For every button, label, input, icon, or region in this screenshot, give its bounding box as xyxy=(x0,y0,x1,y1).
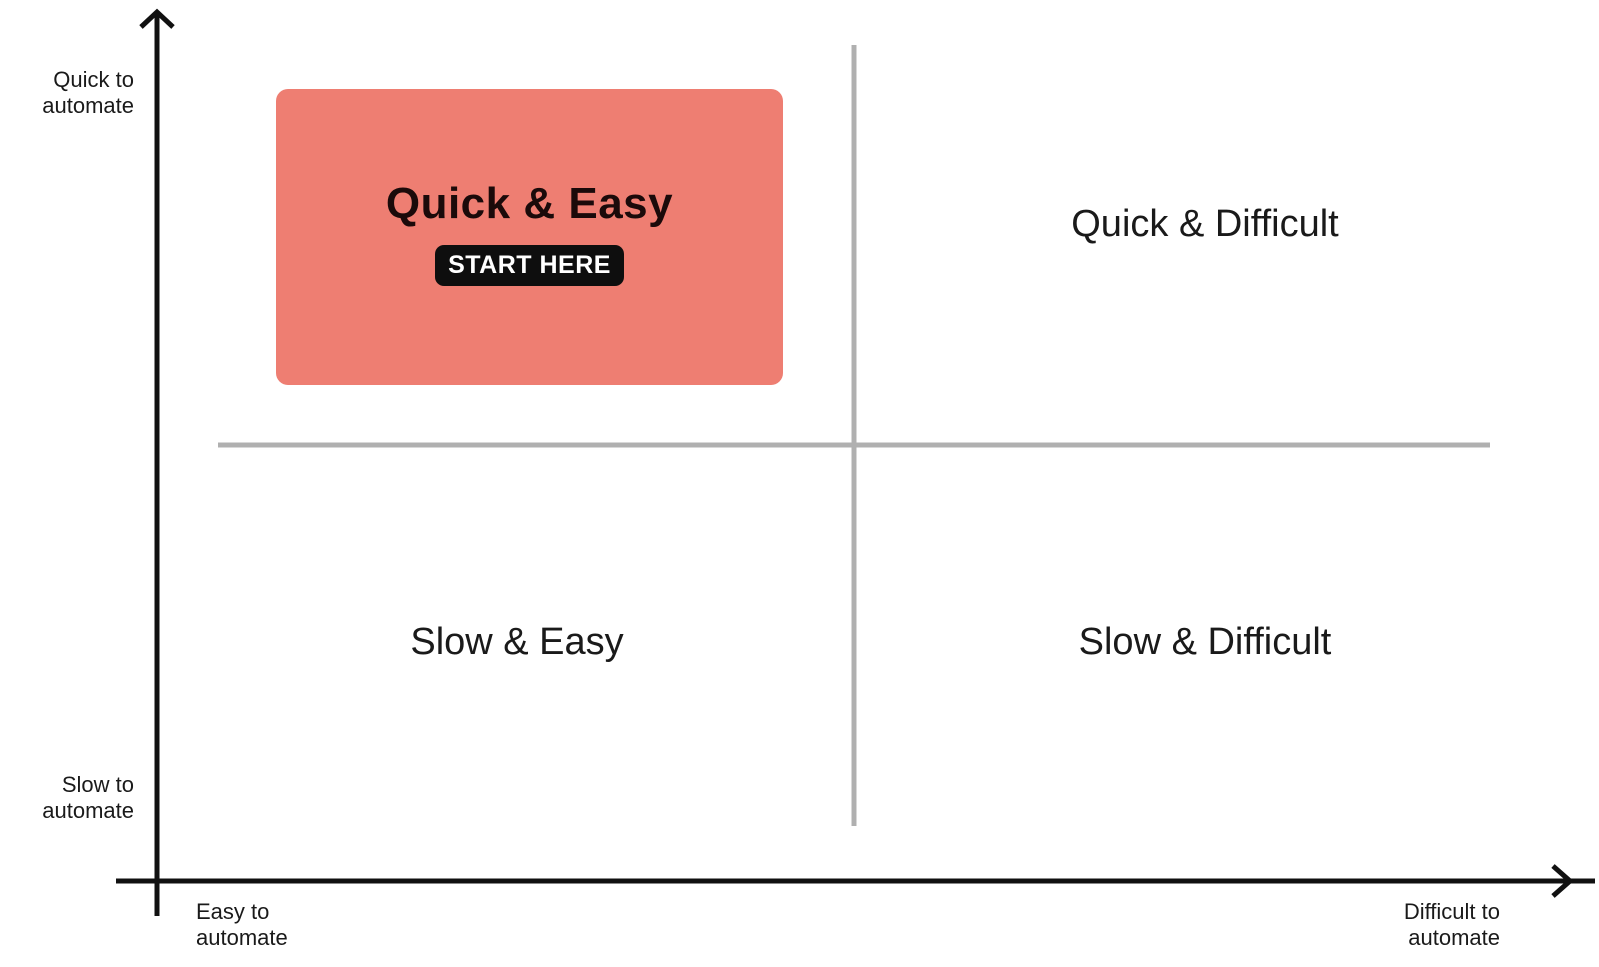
quick-difficult-label: Quick & Difficult xyxy=(1071,203,1339,245)
prioritization-matrix: Quick to automate Slow to automate Easy … xyxy=(0,0,1599,967)
matrix-lines xyxy=(116,8,1595,916)
x-axis-left-label: Easy to automate xyxy=(196,899,288,950)
slow-difficult-label: Slow & Difficult xyxy=(1078,621,1332,663)
x-axis-right-label: Difficult to automate xyxy=(1403,899,1500,950)
y-axis-bottom-label: Slow to automate xyxy=(42,772,134,823)
y-axis-top-label: Quick to automate xyxy=(42,67,134,118)
slow-easy-label: Slow & Easy xyxy=(410,621,624,663)
quick-easy-quadrant-box: Quick & Easy START HERE xyxy=(276,89,783,385)
quick-easy-title: Quick & Easy xyxy=(385,179,674,228)
start-here-badge: START HERE xyxy=(435,245,624,286)
